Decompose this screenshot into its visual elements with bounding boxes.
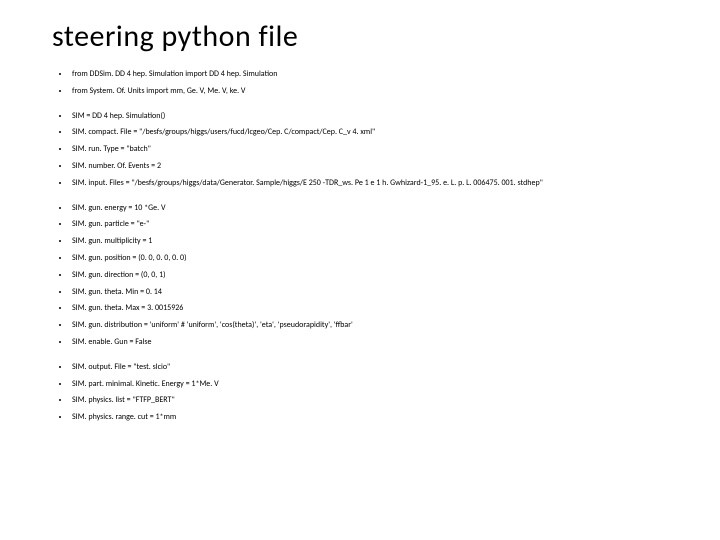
code-line: SIM. gun. position = (0. 0, 0. 0, 0. 0) bbox=[70, 253, 692, 264]
code-line: SIM. run. Type = "batch" bbox=[70, 144, 692, 155]
code-block-3: SIM. output. File = "test. slcio" SIM. p… bbox=[52, 362, 692, 423]
code-line: SIM. enable. Gun = False bbox=[70, 337, 692, 348]
code-block-0: from DDSim. DD 4 hep. Simulation import … bbox=[52, 69, 692, 97]
code-line: SIM. gun. theta. Min = 0. 14 bbox=[70, 287, 692, 298]
code-line: SIM. physics. range. cut = 1*mm bbox=[70, 412, 692, 423]
slide-title: steering python file bbox=[52, 18, 692, 55]
code-line: SIM = DD 4 hep. Simulation() bbox=[70, 111, 692, 122]
code-line: SIM. gun. direction = (0, 0, 1) bbox=[70, 270, 692, 281]
code-line: SIM. physics. list = "FTFP_BERT" bbox=[70, 395, 692, 406]
code-line: SIM. gun. multiplicity = 1 bbox=[70, 236, 692, 247]
slide: steering python file from DDSim. DD 4 he… bbox=[0, 0, 720, 540]
code-line: SIM. output. File = "test. slcio" bbox=[70, 362, 692, 373]
code-line: SIM. gun. theta. Max = 3. 0015926 bbox=[70, 303, 692, 314]
code-line: SIM. compact. File = "/besfs/groups/higg… bbox=[70, 127, 692, 138]
code-line: SIM. part. minimal. Kinetic. Energy = 1*… bbox=[70, 379, 692, 390]
code-line: SIM. gun. particle = "e-" bbox=[70, 219, 692, 230]
code-line: SIM. input. Files = "/besfs/groups/higgs… bbox=[70, 178, 692, 189]
code-line: SIM. gun. distribution = 'uniform' # 'un… bbox=[70, 320, 692, 331]
code-line: from DDSim. DD 4 hep. Simulation import … bbox=[70, 69, 692, 80]
code-line: from System. Of. Units import mm, Ge. V,… bbox=[70, 86, 692, 97]
code-line: SIM. gun. energy = 10 *Ge. V bbox=[70, 203, 692, 214]
code-block-1: SIM = DD 4 hep. Simulation() SIM. compac… bbox=[52, 111, 692, 189]
code-line: SIM. number. Of. Events = 2 bbox=[70, 161, 692, 172]
code-block-2: SIM. gun. energy = 10 *Ge. V SIM. gun. p… bbox=[52, 203, 692, 348]
